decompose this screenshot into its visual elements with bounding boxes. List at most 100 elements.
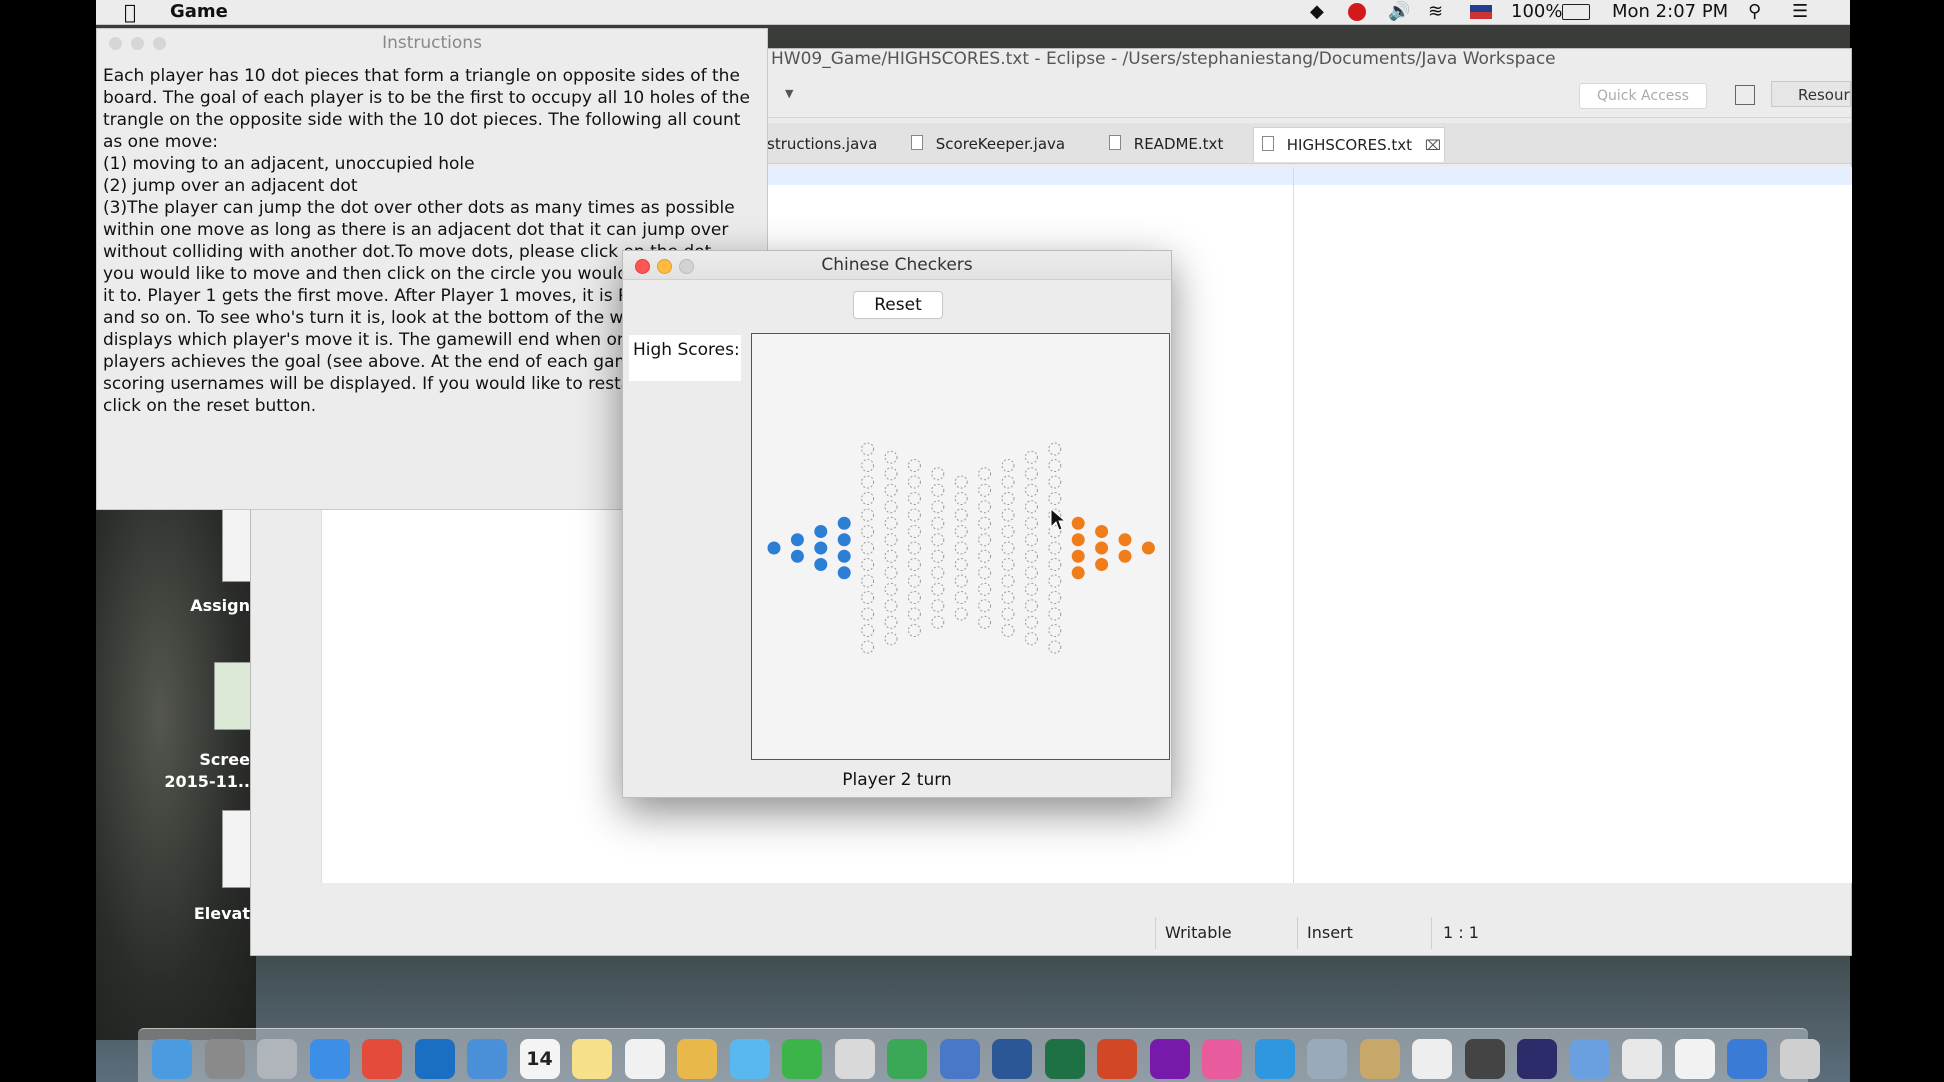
empty-hole[interactable] — [907, 459, 921, 472]
empty-hole[interactable] — [1024, 500, 1038, 514]
player2-piece[interactable] — [1118, 533, 1132, 547]
empty-hole[interactable] — [1024, 450, 1038, 464]
tab-readme-txt[interactable]: README.txt — [1109, 127, 1239, 161]
empty-hole[interactable] — [954, 541, 968, 555]
empty-hole[interactable] — [1048, 492, 1062, 505]
empty-hole[interactable] — [954, 607, 968, 621]
player1-piece[interactable] — [767, 541, 781, 555]
empty-hole[interactable] — [1001, 607, 1015, 621]
empty-hole[interactable] — [1001, 525, 1015, 538]
empty-hole[interactable] — [884, 450, 898, 464]
empty-hole[interactable] — [1024, 599, 1038, 613]
empty-hole[interactable] — [1001, 541, 1015, 555]
empty-hole[interactable] — [954, 508, 968, 522]
empty-hole[interactable] — [1048, 640, 1062, 654]
empty-hole[interactable] — [1024, 549, 1038, 563]
game-board[interactable] — [751, 333, 1170, 760]
volume-icon[interactable]: 🔊 — [1388, 0, 1410, 24]
itunes-icon[interactable] — [1202, 1039, 1242, 1079]
empty-hole[interactable] — [954, 558, 968, 571]
empty-hole[interactable] — [884, 632, 898, 646]
tab-scorekeeper-java[interactable]: ScoreKeeper.java — [911, 127, 1077, 161]
empty-hole[interactable] — [978, 599, 992, 613]
empty-hole[interactable] — [931, 549, 945, 563]
player2-piece[interactable] — [1071, 533, 1085, 547]
apple-icon[interactable]:  — [124, 0, 136, 24]
empty-hole[interactable] — [1048, 624, 1062, 637]
clock[interactable]: Mon 2:07 PM — [1612, 0, 1728, 24]
empty-hole[interactable] — [907, 607, 921, 621]
player2-piece[interactable] — [1118, 549, 1132, 563]
app-name[interactable]: Game — [170, 0, 228, 24]
empty-hole[interactable] — [931, 566, 945, 580]
empty-hole[interactable] — [861, 574, 875, 588]
empty-hole[interactable] — [954, 525, 968, 538]
empty-hole[interactable] — [1024, 516, 1038, 530]
preview-2-icon[interactable] — [1307, 1039, 1347, 1079]
chrome-icon[interactable] — [362, 1039, 402, 1079]
empty-hole[interactable] — [884, 467, 898, 481]
empty-hole[interactable] — [978, 500, 992, 514]
spotlight-search-icon[interactable]: ⚲ — [1748, 0, 1761, 24]
empty-hole[interactable] — [978, 483, 992, 497]
sublime-icon[interactable] — [1464, 1039, 1505, 1079]
desktop-file-screenshot-thumbnail[interactable] — [214, 662, 252, 730]
player1-piece[interactable] — [814, 558, 828, 571]
empty-hole[interactable] — [861, 525, 875, 538]
empty-hole[interactable] — [884, 549, 898, 563]
empty-hole[interactable] — [1048, 459, 1062, 472]
empty-hole[interactable] — [884, 582, 898, 596]
remote-desktop-icon[interactable] — [1569, 1039, 1610, 1079]
empty-hole[interactable] — [1048, 558, 1062, 571]
empty-hole[interactable] — [907, 558, 921, 571]
contacts-icon[interactable] — [1359, 1039, 1400, 1079]
empty-hole[interactable] — [1024, 632, 1038, 646]
empty-hole[interactable] — [861, 541, 875, 555]
empty-hole[interactable] — [1001, 624, 1015, 637]
empty-hole[interactable] — [931, 599, 945, 613]
empty-hole[interactable] — [1024, 533, 1038, 547]
player1-piece[interactable] — [790, 549, 804, 563]
empty-hole[interactable] — [1001, 558, 1015, 571]
empty-hole[interactable] — [861, 558, 875, 571]
empty-hole[interactable] — [861, 508, 875, 522]
empty-hole[interactable] — [954, 475, 968, 489]
player1-piece[interactable] — [837, 566, 851, 580]
empty-hole[interactable] — [884, 483, 898, 497]
desktop-file-elevat-thumbnail[interactable] — [222, 810, 252, 888]
desktop-file-elevat-label[interactable]: Elevat — [170, 904, 250, 923]
player2-piece[interactable] — [1095, 525, 1109, 538]
empty-hole[interactable] — [954, 492, 968, 505]
empty-hole[interactable] — [907, 624, 921, 637]
facetime-icon[interactable] — [782, 1039, 822, 1079]
empty-hole[interactable] — [1048, 541, 1062, 555]
word-icon[interactable] — [992, 1039, 1032, 1079]
empty-hole[interactable] — [978, 582, 992, 596]
empty-hole[interactable] — [1048, 591, 1062, 604]
launchpad-icon[interactable] — [257, 1039, 297, 1079]
zoom-icon[interactable] — [153, 37, 166, 50]
empty-hole[interactable] — [1001, 459, 1015, 472]
mail-icon[interactable] — [467, 1039, 507, 1079]
empty-hole[interactable] — [978, 615, 992, 629]
wifi-icon[interactable]: ≋ — [1428, 0, 1443, 24]
minimize-icon[interactable] — [131, 37, 144, 50]
player1-piece[interactable] — [814, 541, 828, 555]
empty-hole[interactable] — [1048, 442, 1062, 456]
document-icon[interactable] — [1674, 1039, 1715, 1079]
empty-hole[interactable] — [884, 615, 898, 629]
open-perspective-icon[interactable] — [1735, 85, 1755, 105]
close-icon[interactable] — [635, 259, 650, 274]
trash-icon[interactable] — [1779, 1039, 1820, 1079]
desktop-file-screenshot-date[interactable]: 2015-11.. — [160, 772, 250, 791]
empty-hole[interactable] — [907, 475, 921, 489]
empty-hole[interactable] — [907, 508, 921, 522]
empty-hole[interactable] — [884, 566, 898, 580]
outlook-icon[interactable] — [414, 1039, 455, 1079]
notification-center-icon[interactable]: ☰ — [1792, 0, 1808, 24]
messages-icon[interactable] — [729, 1039, 770, 1079]
record-icon[interactable] — [1348, 3, 1366, 21]
reset-button[interactable]: Reset — [853, 291, 943, 319]
photos-icon[interactable] — [677, 1039, 717, 1079]
tab-instructions-java[interactable]: structions.java — [767, 127, 893, 161]
